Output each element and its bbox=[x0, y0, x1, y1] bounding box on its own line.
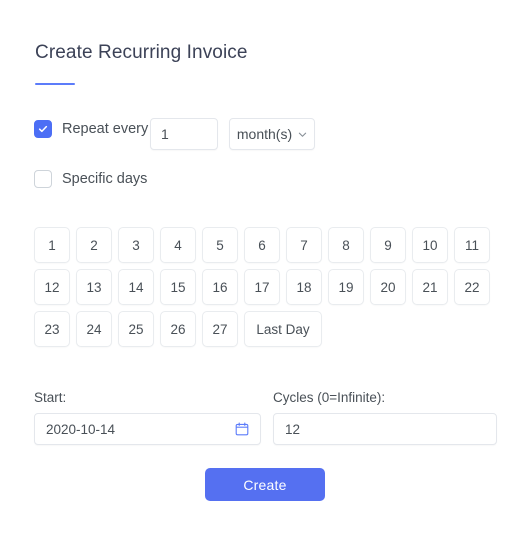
specific-days-checkbox[interactable] bbox=[34, 170, 52, 188]
cycles-label: Cycles (0=Infinite): bbox=[273, 390, 386, 405]
day-chip[interactable]: 15 bbox=[160, 269, 196, 305]
page-title: Create Recurring Invoice bbox=[35, 42, 248, 63]
day-chip[interactable]: 9 bbox=[370, 227, 406, 263]
create-button[interactable]: Create bbox=[205, 468, 325, 501]
start-date-label: Start: bbox=[34, 390, 67, 405]
repeat-interval-input[interactable] bbox=[150, 118, 218, 150]
title-underline-accent bbox=[35, 83, 75, 85]
day-chip-last-day[interactable]: Last Day bbox=[244, 311, 322, 347]
day-chip[interactable]: 16 bbox=[202, 269, 238, 305]
day-chip[interactable]: 12 bbox=[34, 269, 70, 305]
day-chip[interactable]: 21 bbox=[412, 269, 448, 305]
chevron-down-icon bbox=[298, 132, 307, 137]
start-date-field[interactable]: 2020-10-14 bbox=[34, 413, 261, 445]
repeat-every-label: Repeat every bbox=[62, 121, 149, 137]
specific-days-label: Specific days bbox=[62, 171, 148, 187]
day-chip[interactable]: 18 bbox=[286, 269, 322, 305]
repeat-unit-select[interactable]: month(s) bbox=[229, 118, 315, 150]
repeat-every-checkbox[interactable] bbox=[34, 120, 52, 138]
checkmark-icon bbox=[38, 125, 48, 133]
day-chip[interactable]: 20 bbox=[370, 269, 406, 305]
specific-days-option[interactable]: Specific days bbox=[34, 170, 147, 188]
day-chip[interactable]: 24 bbox=[76, 311, 112, 347]
day-chip[interactable]: 2 bbox=[76, 227, 112, 263]
day-selector-grid: 1 2 3 4 5 6 7 8 9 10 11 12 13 14 15 16 1… bbox=[34, 227, 496, 347]
create-recurring-invoice-card: Create Recurring Invoice Repeat every mo… bbox=[0, 0, 528, 540]
day-chip[interactable]: 22 bbox=[454, 269, 490, 305]
repeat-every-option[interactable]: Repeat every bbox=[34, 120, 148, 138]
day-chip[interactable]: 17 bbox=[244, 269, 280, 305]
cycles-input[interactable] bbox=[273, 413, 497, 445]
day-chip[interactable]: 14 bbox=[118, 269, 154, 305]
day-chip[interactable]: 11 bbox=[454, 227, 490, 263]
calendar-icon[interactable] bbox=[235, 422, 249, 436]
day-chip[interactable]: 6 bbox=[244, 227, 280, 263]
day-chip[interactable]: 8 bbox=[328, 227, 364, 263]
day-chip[interactable]: 27 bbox=[202, 311, 238, 347]
day-chip[interactable]: 5 bbox=[202, 227, 238, 263]
day-chip[interactable]: 19 bbox=[328, 269, 364, 305]
day-chip[interactable]: 26 bbox=[160, 311, 196, 347]
day-chip[interactable]: 1 bbox=[34, 227, 70, 263]
day-chip[interactable]: 4 bbox=[160, 227, 196, 263]
day-chip[interactable]: 13 bbox=[76, 269, 112, 305]
day-chip[interactable]: 7 bbox=[286, 227, 322, 263]
day-chip[interactable]: 25 bbox=[118, 311, 154, 347]
day-chip[interactable]: 10 bbox=[412, 227, 448, 263]
day-chip[interactable]: 23 bbox=[34, 311, 70, 347]
day-chip[interactable]: 3 bbox=[118, 227, 154, 263]
start-date-value: 2020-10-14 bbox=[46, 421, 116, 437]
repeat-unit-label: month(s) bbox=[236, 126, 293, 142]
